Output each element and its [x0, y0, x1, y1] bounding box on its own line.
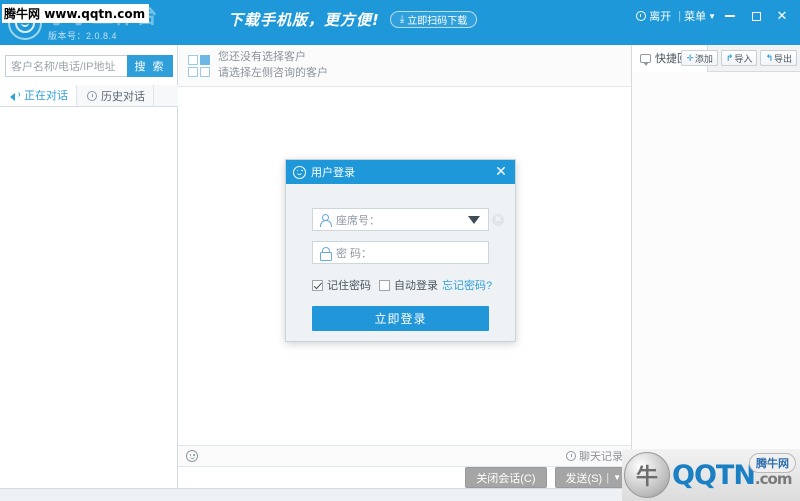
customer-search-row: 客户名称/电话/IP地址 搜 索 — [5, 55, 173, 77]
login-dialog-titlebar: 用户登录 ✕ — [286, 160, 515, 184]
menu-button[interactable]: 菜单 ▼ — [684, 8, 716, 24]
export-arrow-icon: ↰ — [765, 52, 773, 63]
clock-icon — [636, 11, 647, 21]
watermark-bottom: QQTN.com 腾牛网 — [622, 449, 800, 501]
import-quick-reply-button[interactable]: ↱ 导入 — [720, 50, 758, 66]
search-button[interactable]: 搜 索 — [127, 55, 173, 77]
customer-list[interactable] — [0, 107, 177, 501]
tab-history-conversations-label: 历史对话 — [101, 90, 145, 103]
tab-history-conversations[interactable]: 历史对话 — [77, 85, 154, 106]
export-quick-reply-button[interactable]: ↰ 导出 — [760, 50, 797, 66]
window-controls: 离开 | 菜单 ▼ ✕ — [636, 6, 794, 26]
chat-toolbar: 聊天记录 — [178, 446, 631, 467]
password-placeholder: 密 码： — [336, 247, 373, 260]
speech-bubble-icon — [640, 53, 651, 66]
chevron-down-icon: ▼ — [708, 11, 716, 21]
watermark-top: 腾牛网 www.qqtn.com — [2, 4, 150, 23]
menu-label: 菜单 — [684, 11, 707, 23]
watermark-brand-text: QQTN — [672, 459, 756, 491]
close-icon: ✕ — [776, 8, 788, 23]
remember-password-checkbox[interactable] — [312, 279, 323, 291]
promo-banner: 下载手机版，更方便! ⤓ 立即扫码下载 — [228, 9, 478, 30]
password-field[interactable]: 密 码： — [312, 241, 489, 264]
import-quick-reply-label: 导入 — [734, 53, 753, 64]
login-dialog: 用户登录 ✕ 座席号： ✕ 密 码： 记住密码 自动登录 忘记密码? 立即登录 — [285, 159, 516, 342]
history-clock-icon — [87, 90, 97, 101]
watermark-site-cn: 腾牛网 — [4, 7, 41, 21]
speaker-icon — [10, 90, 20, 101]
minimize-button[interactable] — [718, 6, 742, 26]
send-separator: | — [606, 471, 610, 484]
control-separator: | — [678, 10, 682, 22]
no-customer-title: 您还没有选择客户 — [218, 50, 306, 63]
status-leave-button[interactable]: 离开 — [636, 8, 671, 24]
auto-login-checkbox[interactable] — [379, 279, 390, 291]
watermark-site-url: www.qqtn.com — [44, 7, 146, 21]
minimize-icon — [725, 15, 735, 17]
no-customer-banner: 您还没有选择客户 请选择左侧咨询的客户 — [178, 45, 631, 87]
tab-active-conversations-label: 正在对话 — [24, 90, 68, 102]
maximize-button[interactable] — [744, 6, 768, 26]
maximize-icon — [751, 11, 761, 21]
export-quick-reply-label: 导出 — [773, 53, 792, 64]
watermark-badge: 腾牛网 — [749, 453, 796, 473]
forgot-password-link[interactable]: 忘记密码? — [442, 277, 492, 293]
lock-icon — [319, 247, 332, 261]
customer-list-panel: 客户名称/电话/IP地址 搜 索 正在对话 历史对话 — [0, 45, 178, 501]
user-icon — [319, 213, 332, 227]
status-leave-label: 离开 — [649, 11, 672, 23]
clock-icon — [566, 451, 576, 461]
chevron-down-icon[interactable] — [468, 215, 480, 224]
chat-log-button[interactable]: 聊天记录 — [566, 448, 623, 464]
quick-reply-list[interactable] — [632, 72, 800, 501]
send-button[interactable]: 发送(S) | ▼ — [554, 467, 632, 488]
plus-icon: ✛ — [686, 52, 694, 63]
remember-password-label: 记住密码 — [327, 280, 371, 292]
close-button[interactable]: ✕ — [770, 6, 794, 26]
login-submit-button[interactable]: 立即登录 — [312, 306, 489, 331]
add-quick-reply-button[interactable]: ✛ 添加 — [681, 50, 718, 66]
smiley-icon — [293, 165, 306, 179]
seat-number-placeholder: 座席号： — [336, 214, 380, 227]
no-customer-subtitle: 请选择左侧咨询的客户 — [218, 66, 328, 79]
search-input[interactable]: 客户名称/电话/IP地址 — [5, 55, 127, 77]
clear-icon[interactable]: ✕ — [492, 214, 504, 226]
quick-reply-panel: 快捷回复 ✛ 添加 ↱ 导入 ↰ 导出 — [631, 44, 800, 501]
send-button-label: 发送(S) — [565, 472, 603, 485]
emoji-smiley-icon[interactable] — [186, 450, 198, 462]
promo-banner-text: 下载手机版，更方便! — [228, 11, 380, 29]
grid-placeholder-icon — [188, 54, 210, 77]
tab-active-conversations[interactable]: 正在对话 — [0, 85, 77, 106]
application-window: 学学工作台 版本号：2.0.8.4 下载手机版，更方便! ⤓ 立即扫码下载 离开… — [0, 0, 800, 501]
login-dialog-close-icon[interactable]: ✕ — [493, 164, 509, 180]
add-quick-reply-label: 添加 — [694, 53, 713, 64]
login-dialog-body: 座席号： ✕ 密 码： 记住密码 自动登录 忘记密码? 立即登录 — [286, 184, 515, 331]
chat-log-label: 聊天记录 — [579, 451, 623, 463]
login-options-row: 记住密码 自动登录 忘记密码? — [312, 277, 492, 293]
import-arrow-icon: ↱ — [725, 52, 734, 63]
conversation-tabs: 正在对话 历史对话 — [0, 85, 178, 107]
seat-number-field[interactable]: 座席号： ✕ — [312, 208, 504, 231]
download-icon: ⤓ — [399, 14, 405, 25]
chevron-down-icon: ▼ — [613, 473, 621, 482]
quick-reply-tabbar: 快捷回复 ✛ 添加 ↱ 导入 ↰ 导出 — [632, 44, 800, 72]
conversation-actions: 关闭会话(C) 发送(S) | ▼ — [465, 467, 632, 488]
login-dialog-title: 用户登录 — [311, 167, 355, 179]
auto-login-label: 自动登录 — [394, 280, 438, 292]
qqtn-globe-logo-icon — [624, 452, 670, 498]
scan-download-label: 立即扫码下载 — [407, 16, 468, 27]
scan-download-button[interactable]: ⤓ 立即扫码下载 — [389, 11, 478, 28]
quick-reply-tools: ✛ 添加 ↱ 导入 ↰ 导出 — [681, 50, 797, 66]
close-session-button[interactable]: 关闭会话(C) — [465, 467, 547, 488]
app-version: 版本号：2.0.8.4 — [48, 31, 118, 41]
